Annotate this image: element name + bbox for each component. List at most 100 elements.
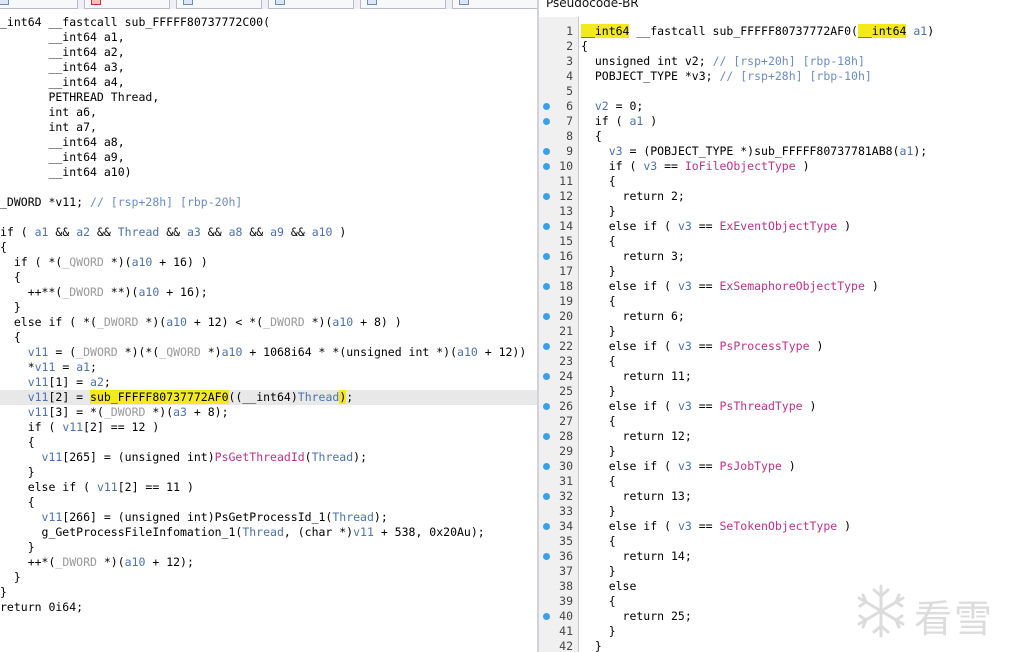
code-line[interactable]: ++**(_DWORD **)(a10 + 16);: [0, 285, 208, 300]
code-line[interactable]: __int64 a3,: [0, 60, 124, 75]
code-line[interactable]: v11[3] = *(_DWORD *)(a3 + 8);: [0, 405, 229, 420]
code-line[interactable]: 29 }: [539, 444, 1022, 459]
code-line[interactable]: 21 }: [539, 324, 1022, 339]
code-line[interactable]: v11[2] = sub_FFFFF80737772AF0((__int64)T…: [0, 390, 538, 405]
code-line[interactable]: ++*(_DWORD *)(a10 + 12);: [0, 555, 194, 570]
code-line[interactable]: }: [0, 465, 35, 480]
code-line[interactable]: v11[1] = a2;: [0, 375, 111, 390]
code-line[interactable]: v11 = (_DWORD *)(*(_QWORD *)a10 + 1068i6…: [0, 345, 527, 360]
code-token: v3: [643, 159, 658, 173]
code-line[interactable]: 20 return 6;: [539, 309, 1022, 324]
code-line[interactable]: 14 else if ( v3 == ExEventObjectType ): [539, 219, 1022, 234]
code-token: ): [781, 459, 796, 473]
code-line[interactable]: {: [0, 330, 21, 345]
code-token: + 12) < *(: [186, 315, 264, 329]
code-line[interactable]: 13 }: [539, 204, 1022, 219]
code-line[interactable]: g_GetProcessFileInfomation_1(Thread, (ch…: [0, 525, 485, 540]
code-token: return 12;: [581, 429, 692, 443]
code-line[interactable]: 5: [539, 84, 1022, 99]
code-line[interactable]: 22 else if ( v3 == PsProcessType ): [539, 339, 1022, 354]
code-token: {: [581, 414, 616, 428]
code-token: = (POBJECT_TYPE *)sub_FFFFF80737781AB8(: [622, 144, 900, 158]
code-line[interactable]: if ( *(_QWORD *)(a10 + 16) ): [0, 255, 208, 270]
code-line[interactable]: 16 return 3;: [539, 249, 1022, 264]
code-token: ++*(: [0, 555, 56, 569]
pseudocode-view-left[interactable]: _int64 __fastcall sub_FFFFF80737772C00( …: [0, 9, 538, 652]
pseudocode-view-right[interactable]: Pseudocode-BR 1 __int64 __fastcall sub_FF…: [539, 0, 1022, 652]
code-text: return 11;: [581, 369, 692, 384]
code-line[interactable]: __int64 a4,: [0, 75, 124, 90]
code-token: [2] == 12 ): [83, 420, 160, 434]
code-line[interactable]: 31 {: [539, 474, 1022, 489]
code-text: {: [581, 414, 616, 429]
code-line[interactable]: 33 }: [539, 504, 1022, 519]
code-line[interactable]: 15 {: [539, 234, 1022, 249]
tab-2[interactable]: Ps: [176, 0, 262, 9]
code-line[interactable]: 10 if ( v3 == IoFileObjectType ): [539, 159, 1022, 174]
code-line[interactable]: __int64 a1,: [0, 30, 124, 45]
code-line[interactable]: 37 }: [539, 564, 1022, 579]
code-line[interactable]: __int64 a10): [0, 165, 131, 180]
code-line[interactable]: 3 unsigned int v2; // [rsp+20h] [rbp-18h…: [539, 54, 1022, 69]
code-line[interactable]: }: [0, 300, 21, 315]
document-icon: [275, 0, 285, 5]
code-line[interactable]: 4 POBJECT_TYPE *v3; // [rsp+28h] [rbp-10…: [539, 69, 1022, 84]
code-line[interactable]: 23 {: [539, 354, 1022, 369]
tab-5[interactable]: Ps: [452, 0, 538, 9]
code-line[interactable]: return 0i64;: [0, 600, 83, 615]
code-line[interactable]: 30 else if ( v3 == PsJobType ): [539, 459, 1022, 474]
code-line[interactable]: __int64 a9,: [0, 150, 124, 165]
code-line[interactable]: 24 return 11;: [539, 369, 1022, 384]
code-token: a10: [311, 225, 333, 239]
code-line[interactable]: *v11 = a1;: [0, 360, 97, 375]
code-line[interactable]: int a7,: [0, 120, 97, 135]
code-line[interactable]: __int64 a8,: [0, 135, 124, 150]
code-line[interactable]: else if ( v11[2] == 11 ): [0, 480, 194, 495]
code-line[interactable]: __int64 a2,: [0, 45, 124, 60]
code-line[interactable]: }: [0, 585, 7, 600]
tab-4[interactable]: Ps: [360, 0, 446, 9]
code-line[interactable]: 11 {: [539, 174, 1022, 189]
code-line[interactable]: 17 }: [539, 264, 1022, 279]
code-line[interactable]: PETHREAD Thread,: [0, 90, 159, 105]
tab-3[interactable]: Ps: [268, 0, 354, 9]
code-line[interactable]: _DWORD *v11; // [rsp+28h] [rbp-20h]: [0, 195, 242, 210]
code-token: int a7,: [0, 120, 97, 134]
code-line[interactable]: 7 if ( a1 ): [539, 114, 1022, 129]
code-line[interactable]: 8 {: [539, 129, 1022, 144]
code-line[interactable]: if ( v11[2] == 12 ): [0, 420, 160, 435]
code-line[interactable]: if ( a1 && a2 && Thread && a3 && a8 && a…: [0, 225, 346, 240]
code-line[interactable]: int a6,: [0, 105, 96, 120]
code-line[interactable]: else if ( *(_DWORD *)(a10 + 12) < *(_DWO…: [0, 315, 402, 330]
code-line[interactable]: v11[265] = (unsigned int)PsGetThreadId(T…: [0, 450, 367, 465]
code-line[interactable]: 27 {: [539, 414, 1022, 429]
code-line[interactable]: {: [0, 240, 7, 255]
code-line[interactable]: v11[266] = (unsigned int)PsGetProcessId_…: [0, 510, 388, 525]
code-line[interactable]: _int64 __fastcall sub_FFFFF80737772C00(: [0, 15, 270, 30]
code-line[interactable]: 34 else if ( v3 == SeTokenObjectType ): [539, 519, 1022, 534]
code-text: return 12;: [581, 429, 692, 444]
code-line[interactable]: }: [0, 540, 35, 555]
code-line[interactable]: 18 else if ( v3 == ExSemaphoreObjectType…: [539, 279, 1022, 294]
code-line[interactable]: 2{: [539, 39, 1022, 54]
tab-1[interactable]: Ps: [84, 0, 170, 9]
code-line[interactable]: }: [0, 570, 21, 585]
code-line[interactable]: 12 return 2;: [539, 189, 1022, 204]
code-line[interactable]: 19 {: [539, 294, 1022, 309]
code-line[interactable]: {: [0, 495, 35, 510]
code-line[interactable]: 36 return 14;: [539, 549, 1022, 564]
code-line[interactable]: 6 v2 = 0;: [539, 99, 1022, 114]
code-line[interactable]: {: [0, 270, 21, 285]
code-line[interactable]: 35 {: [539, 534, 1022, 549]
code-line[interactable]: 32 return 13;: [539, 489, 1022, 504]
code-line[interactable]: 28 return 12;: [539, 429, 1022, 444]
code-line[interactable]: 9 v3 = (POBJECT_TYPE *)sub_FFFFF80737781…: [539, 144, 1022, 159]
code-line[interactable]: 1 __int64 __fastcall sub_FFFFF80737772AF0…: [539, 24, 1022, 39]
tab-0[interactable]: Ps: [0, 0, 78, 9]
code-line[interactable]: 26 else if ( v3 == PsThreadType ): [539, 399, 1022, 414]
code-token: return 6;: [581, 309, 685, 323]
code-line[interactable]: 25 }: [539, 384, 1022, 399]
code-token: ==: [657, 159, 685, 173]
code-line[interactable]: {: [0, 435, 35, 450]
code-text: if ( a1 ): [581, 114, 657, 129]
